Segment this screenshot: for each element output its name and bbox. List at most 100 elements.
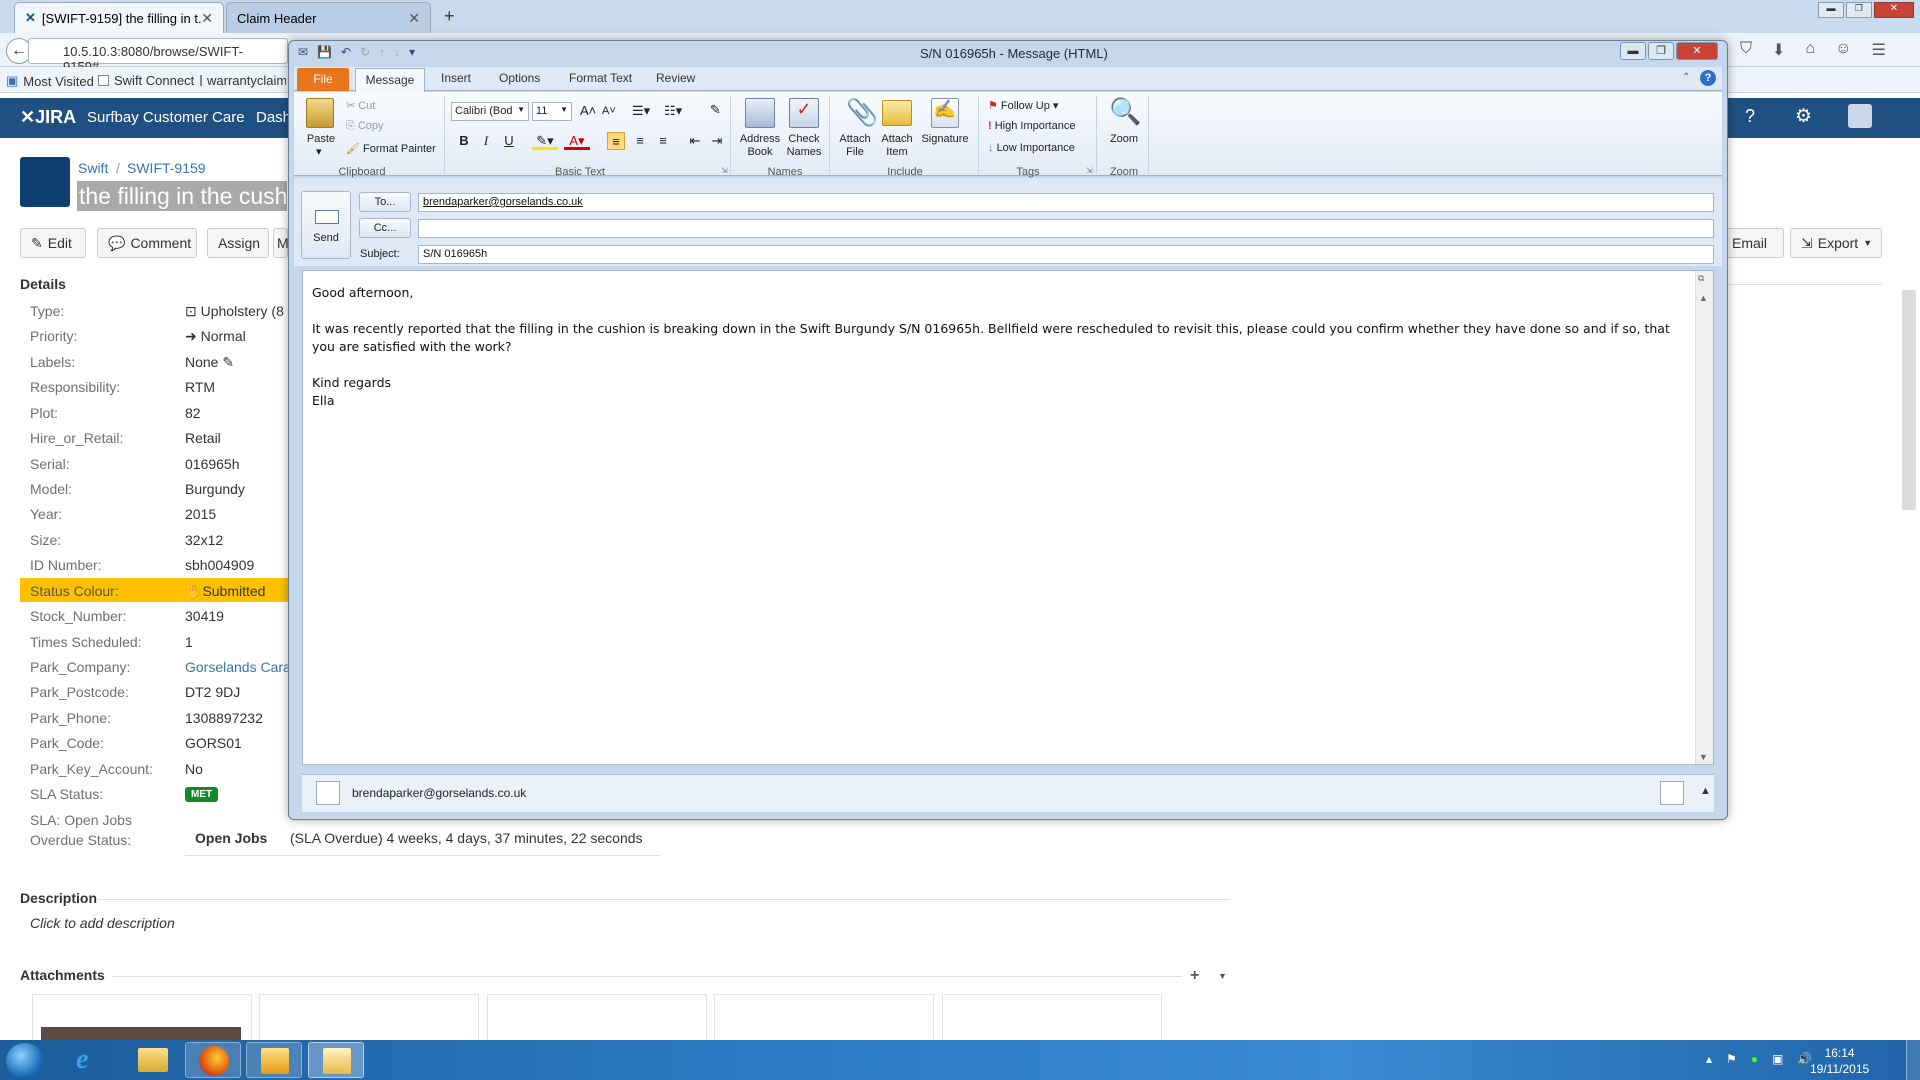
nav-surfbay[interactable]: Surfbay Customer Care xyxy=(87,109,245,126)
font-size-combo[interactable]: 11 ▼ xyxy=(532,102,572,121)
field-value[interactable]: 2015 xyxy=(185,506,216,522)
scroll-up-icon[interactable]: ▲ xyxy=(1699,293,1708,303)
paste-icon[interactable] xyxy=(306,98,334,128)
envelope-icon[interactable] xyxy=(882,100,912,126)
field-value[interactable]: 30419 xyxy=(185,608,224,624)
save-icon[interactable]: 💾 xyxy=(317,45,332,59)
dialog-launcher-icon[interactable]: ⇲ xyxy=(1086,166,1093,175)
tab-options[interactable]: Options xyxy=(499,71,540,85)
minimize-icon[interactable]: ▬ xyxy=(1818,2,1844,18)
new-tab-button[interactable]: + xyxy=(444,6,455,27)
bookmark-warrantyclaim[interactable]: warrantyclaim xyxy=(200,73,286,88)
expand-people-pane-icon[interactable]: ▲ xyxy=(1700,785,1711,797)
field-value[interactable]: 82 xyxy=(185,405,201,421)
close-window-icon[interactable]: ✕ xyxy=(1873,2,1914,18)
body-scrollbar[interactable]: ⧉ ▲ ▼ xyxy=(1695,271,1713,764)
attachment-thumbnail[interactable] xyxy=(714,994,934,1044)
page-scrollbar[interactable] xyxy=(1902,290,1916,510)
align-left-icon[interactable]: ≡ xyxy=(607,132,625,150)
assign-button[interactable]: Assign xyxy=(207,228,269,258)
show-hidden-icons-icon[interactable]: ▴ xyxy=(1706,1052,1712,1066)
up-arrow-icon[interactable]: ↑ xyxy=(379,45,385,59)
chevron-down-icon[interactable]: ▾ xyxy=(316,146,322,159)
more-button[interactable]: M xyxy=(273,228,289,258)
status-green-icon[interactable]: ● xyxy=(1751,1052,1758,1066)
gear-icon[interactable]: ⚙ xyxy=(1795,105,1812,128)
jira-logo[interactable]: ✕JIRA xyxy=(20,107,76,128)
font-color-icon[interactable]: A▾ xyxy=(564,132,590,150)
flag-icon[interactable]: ⚑ xyxy=(1726,1052,1737,1066)
message-body-text[interactable]: Good afternoon, It was recently reported… xyxy=(312,284,1682,410)
cc-field[interactable] xyxy=(418,219,1714,238)
export-button[interactable]: ⇲ Export ▼ xyxy=(1790,228,1882,258)
shrink-font-icon[interactable]: A˅ xyxy=(602,105,616,117)
browser-tab-claim-header[interactable]: Claim Header ✕ xyxy=(226,2,431,33)
check-names-button[interactable]: Check Names xyxy=(784,133,824,159)
download-icon[interactable]: ⬇ xyxy=(1772,40,1785,60)
attachment-thumbnail[interactable] xyxy=(487,994,707,1044)
help-icon[interactable]: ? xyxy=(1700,70,1716,86)
project-avatar[interactable] xyxy=(20,157,70,207)
chevron-down-icon[interactable]: ▼ xyxy=(1218,971,1227,981)
ruler-toggle-icon[interactable]: ⧉ xyxy=(1698,273,1704,284)
restore-icon[interactable]: ❐ xyxy=(1845,2,1872,18)
field-type[interactable]: ⊡ Upholstery (8 xyxy=(185,303,284,320)
customize-toolbar-icon[interactable]: ▾ xyxy=(409,45,415,59)
font-name-combo[interactable]: Calibri (Bod ▼ xyxy=(451,102,529,121)
subject-field[interactable]: S/N 016965h xyxy=(418,245,1714,264)
bookmark-swift-connect[interactable]: Swift Connect xyxy=(98,73,194,88)
maximize-icon[interactable]: ❐ xyxy=(1648,42,1674,60)
paperclip-icon[interactable]: 📎 xyxy=(846,97,878,128)
firefox-icon[interactable] xyxy=(185,1042,241,1078)
taskbar-clock[interactable]: 16:14 19/11/2015 xyxy=(1810,1045,1869,1077)
pocket-icon[interactable]: ⛉ xyxy=(1740,40,1752,60)
people-pane-contact[interactable]: brendaparker@gorselands.co.uk xyxy=(352,786,526,800)
address-book-icon[interactable] xyxy=(745,98,775,128)
minimize-icon[interactable]: ▬ xyxy=(1620,42,1646,60)
field-value[interactable]: sbh004909 xyxy=(185,557,254,573)
grow-font-icon[interactable]: A˄ xyxy=(580,103,596,118)
nav-dashboards[interactable]: Dash xyxy=(256,109,291,126)
format-painter-button[interactable]: 🖌 Format Painter xyxy=(346,142,436,155)
bookmark-most-visited[interactable]: ▣ Most Visited xyxy=(6,73,94,89)
redo-icon[interactable]: ↻ xyxy=(360,45,370,59)
field-value[interactable]: 1308897232 xyxy=(185,710,263,726)
browser-tab-jira[interactable]: ✕ [SWIFT-9159] the filling in t... ✕ xyxy=(14,2,224,33)
magnifier-icon[interactable]: 🔍 xyxy=(1109,96,1141,127)
description-field[interactable]: Click to add description xyxy=(30,915,175,931)
start-button[interactable] xyxy=(6,1043,44,1079)
url-bar[interactable]: 10.5.10.3:8080/browse/SWIFT-9159# xyxy=(28,38,288,74)
attach-file-button[interactable]: Attach File xyxy=(836,133,874,159)
collapse-ribbon-icon[interactable]: ⌃ xyxy=(1682,72,1690,83)
to-button[interactable]: To... xyxy=(359,192,411,212)
underline-button[interactable]: U xyxy=(500,132,518,150)
zoom-button[interactable]: Zoom xyxy=(1104,133,1144,146)
tab-message[interactable]: Message xyxy=(355,68,425,92)
decrease-indent-icon[interactable]: ⇤ xyxy=(686,132,704,150)
outlook-app-icon[interactable]: ✉ xyxy=(298,45,308,59)
network-icon[interactable]: ▣ xyxy=(1772,1052,1783,1066)
numbering-icon[interactable]: ☷▾ xyxy=(664,103,682,119)
signature-button[interactable]: Signature xyxy=(918,133,972,146)
home-icon[interactable]: ⌂ xyxy=(1805,40,1815,60)
address-book-button[interactable]: Address Book xyxy=(736,133,784,159)
low-importance-button[interactable]: ↓ Low Importance xyxy=(988,142,1075,154)
issue-title[interactable]: the filling in the cushion xyxy=(77,181,287,211)
field-value[interactable]: RTM xyxy=(185,379,215,395)
edit-button[interactable]: ✎ Edit xyxy=(20,228,86,258)
tab-format-text[interactable]: Format Text xyxy=(569,71,632,85)
down-arrow-icon[interactable]: ↓ xyxy=(394,45,400,59)
field-value[interactable]: 32x12 xyxy=(185,532,223,548)
field-value-link[interactable]: Gorselands Cara xyxy=(185,659,291,675)
field-value[interactable]: Burgundy xyxy=(185,481,245,497)
outlook-message-taskbar-icon[interactable] xyxy=(308,1042,364,1078)
signature-icon[interactable]: ✍ xyxy=(931,98,959,128)
contact-avatar-icon[interactable] xyxy=(316,781,340,805)
outlook-icon[interactable] xyxy=(246,1042,302,1078)
menu-icon[interactable]: ☰ xyxy=(1871,40,1885,60)
close-tab-icon[interactable]: ✕ xyxy=(408,10,420,27)
tab-file[interactable]: File xyxy=(297,68,349,91)
file-explorer-icon[interactable] xyxy=(124,1042,180,1078)
comment-button[interactable]: 💬 Comment xyxy=(97,228,197,258)
cut-button[interactable]: ✂ Cut xyxy=(346,99,375,112)
